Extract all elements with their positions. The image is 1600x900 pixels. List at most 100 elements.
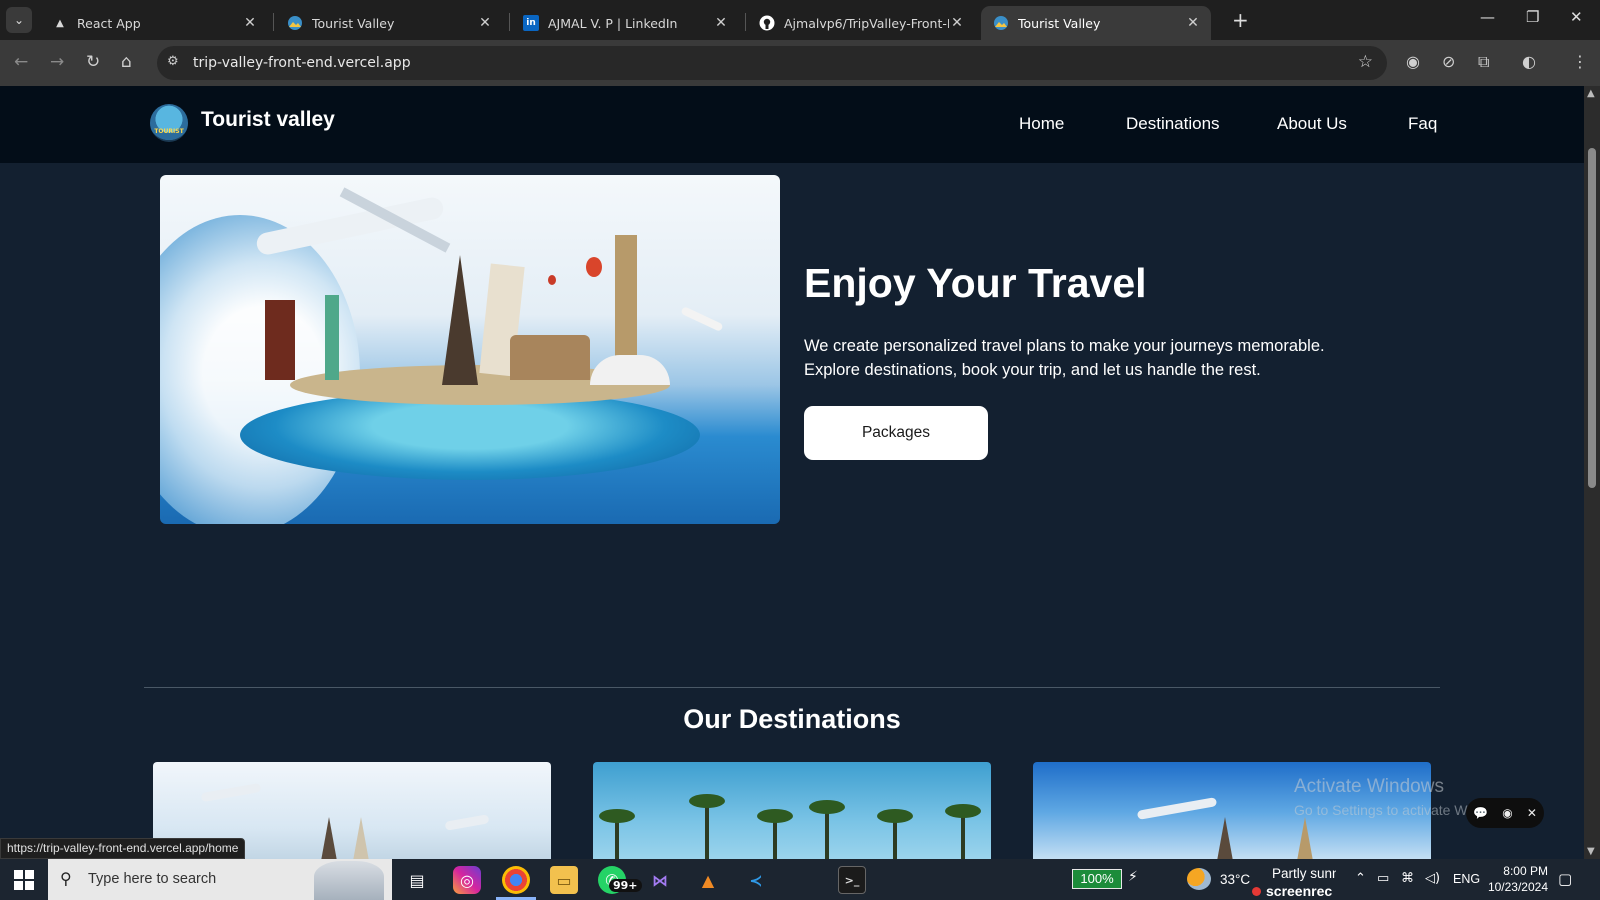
activate-windows-title: Activate Windows (1294, 776, 1444, 797)
nav-about-us[interactable]: About Us (1277, 114, 1347, 134)
hero-title: Enjoy Your Travel (804, 260, 1147, 306)
tab-separator (273, 13, 274, 31)
forward-icon[interactable]: → (50, 52, 64, 72)
vscode-icon[interactable]: ≺ (742, 866, 770, 894)
restore-icon[interactable]: ❐ (1526, 8, 1539, 26)
address-url[interactable]: trip-valley-front-end.vercel.app (193, 55, 411, 71)
file-explorer-icon[interactable]: ▭ (550, 866, 578, 894)
whatsapp-badge: 99+ (609, 879, 642, 892)
weather-description[interactable]: Partly sunny (1272, 866, 1336, 881)
volume-icon[interactable]: ◁) (1425, 871, 1440, 886)
page-scrollbar[interactable]: ▲ ▼ (1584, 86, 1600, 859)
close-icon[interactable]: ✕ (477, 15, 493, 31)
notifications-icon[interactable]: ▢ (1558, 870, 1572, 888)
status-url-tooltip: https://trip-valley-front-end.vercel.app… (0, 838, 246, 859)
nav-faq[interactable]: Faq (1408, 114, 1437, 134)
instagram-icon[interactable]: ◎ (453, 866, 481, 894)
tab-github[interactable]: Ajmalvp6/TripValley-Front-End- ✕ (747, 6, 975, 40)
scrollbar-thumb[interactable] (1588, 148, 1596, 488)
pin-icon[interactable]: ✕ (1527, 806, 1537, 820)
vlc-icon[interactable]: ▲ (694, 866, 722, 894)
linkedin-icon: in (523, 15, 539, 31)
tab-search-button[interactable]: ⌄ (6, 7, 32, 33)
tab-tourist-valley-active[interactable]: Tourist Valley ✕ (981, 6, 1211, 40)
window-close-icon[interactable]: ✕ (1570, 8, 1583, 26)
language-indicator[interactable]: ENG (1453, 872, 1480, 886)
chevron-down-icon: ⌄ (13, 13, 25, 27)
react-triangle-icon: ▲ (56, 17, 64, 29)
battery-icon[interactable]: ▭ (1377, 871, 1389, 886)
search-highlight-image (314, 861, 384, 900)
terminal-icon[interactable]: >_ (838, 866, 866, 894)
browser-tab-bar: ⌄ ▲ React App ✕ Tourist Valley ✕ in AJMA… (0, 0, 1600, 40)
screenrec-widget[interactable]: 💬 ◉ ✕ (1466, 798, 1544, 828)
hero-image (160, 175, 780, 524)
chevron-up-icon[interactable]: ⌃ (1355, 871, 1366, 886)
extensions-puzzle-icon[interactable]: ⧉ (1478, 52, 1489, 72)
logo-text: TOURIST (154, 128, 184, 135)
back-icon[interactable]: ← (14, 52, 28, 72)
network-icon[interactable]: ⌘ (1401, 871, 1414, 886)
task-view-icon[interactable]: ▤ (403, 866, 431, 894)
charging-plug-icon: ⚡ (1128, 869, 1138, 885)
profile-avatar-icon[interactable]: ◐ (1522, 52, 1536, 71)
close-icon[interactable]: ✕ (713, 15, 729, 31)
eye-icon[interactable]: ◉ (1502, 806, 1512, 820)
windows-taskbar: ⚲ Type here to search ▤ ◎ ▭ ✆ 99+ ⋈ ▲ ≺ … (0, 859, 1600, 900)
taskbar-clock[interactable]: 8:00 PM 10/23/2024 (1482, 863, 1548, 895)
close-icon[interactable]: ✕ (1185, 15, 1201, 31)
nav-destinations[interactable]: Destinations (1126, 114, 1220, 134)
tab-title: React App (77, 15, 141, 31)
visual-studio-icon[interactable]: ⋈ (646, 866, 674, 894)
menu-kebab-icon[interactable]: ⋮ (1572, 52, 1588, 71)
taskbar-search-box[interactable]: ⚲ Type here to search (48, 859, 392, 900)
close-icon[interactable]: ✕ (242, 15, 258, 31)
nav-home[interactable]: Home (1019, 114, 1064, 134)
tourist-valley-favicon (993, 15, 1009, 31)
temperature[interactable]: 33°C (1220, 872, 1250, 887)
minimize-icon[interactable]: — (1480, 8, 1495, 26)
tab-tourist-valley[interactable]: Tourist Valley ✕ (275, 6, 503, 40)
home-icon[interactable]: ⌂ (121, 52, 132, 72)
new-tab-button[interactable]: + (1232, 8, 1249, 32)
tab-linkedin[interactable]: in AJMAL V. P | LinkedIn ✕ (511, 6, 739, 40)
tab-separator (745, 13, 746, 31)
site-brand[interactable]: Tourist valley (201, 108, 335, 132)
site-logo[interactable]: TOURIST (150, 104, 188, 142)
clock-date: 10/23/2024 (1487, 880, 1548, 894)
record-dot-icon (1252, 887, 1261, 896)
extension-record-icon[interactable]: ◉ (1406, 52, 1420, 71)
tab-title: Tourist Valley (312, 15, 395, 31)
scroll-up-icon[interactable]: ▲ (1587, 88, 1595, 99)
tourist-valley-favicon (287, 15, 303, 31)
tab-title: AJMAL V. P | LinkedIn (548, 15, 678, 31)
weather-icon[interactable] (1187, 868, 1211, 890)
site-info-icon[interactable]: ⚙ (167, 54, 179, 69)
taskbar-search-placeholder: Type here to search (88, 871, 217, 887)
clock-time: 8:00 PM (1503, 864, 1548, 878)
bookmark-star-icon[interactable]: ☆ (1358, 52, 1373, 72)
address-bar[interactable]: ⚙ trip-valley-front-end.vercel.app ☆ (157, 46, 1387, 80)
tab-title: Tourist Valley (1018, 15, 1101, 31)
site-navbar: TOURIST Tourist valley Home Destinations… (0, 86, 1584, 163)
destination-card[interactable] (593, 762, 991, 859)
browser-toolbar: ← → ↻ ⌂ ⚙ trip-valley-front-end.vercel.a… (0, 40, 1600, 86)
windows-start-icon[interactable] (14, 870, 34, 890)
comment-icon[interactable]: 💬 (1473, 806, 1488, 820)
tab-react-app[interactable]: ▲ React App ✕ (40, 6, 268, 40)
chrome-icon[interactable] (502, 866, 530, 894)
github-icon (759, 15, 775, 31)
tab-separator (509, 13, 510, 31)
extension-compass-icon[interactable]: ⊘ (1442, 52, 1455, 71)
screenrec-label: screenrec (1266, 883, 1333, 899)
section-divider (144, 687, 1440, 688)
packages-button[interactable]: Packages (804, 406, 988, 460)
battery-percentage: 100% (1072, 869, 1122, 889)
search-icon: ⚲ (60, 869, 72, 888)
destinations-title: Our Destinations (683, 704, 901, 734)
reload-icon[interactable]: ↻ (86, 52, 100, 72)
close-icon[interactable]: ✕ (949, 15, 965, 31)
tab-title: Ajmalvp6/TripValley-Front-End- (784, 15, 949, 31)
hero-description: We create personalized travel plans to m… (804, 337, 1325, 379)
scroll-down-icon[interactable]: ▼ (1587, 846, 1595, 857)
